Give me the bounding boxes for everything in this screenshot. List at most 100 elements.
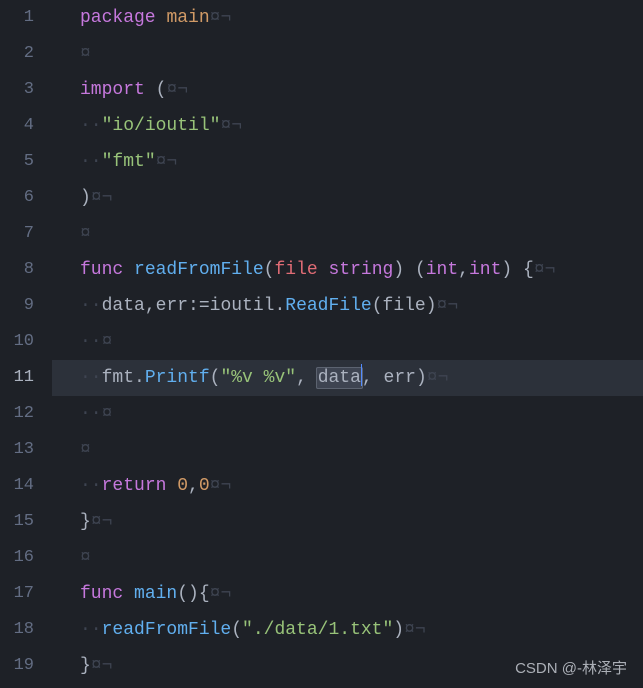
code-token: int <box>426 260 458 280</box>
code-token: } <box>80 656 91 676</box>
code-token: ¤¬ <box>404 620 426 640</box>
code-token: main <box>134 584 177 604</box>
code-token: := <box>188 296 210 316</box>
code-token: , <box>188 476 199 496</box>
code-token: ( <box>210 368 221 388</box>
code-token: readFromFile <box>134 260 264 280</box>
code-token: file <box>274 260 317 280</box>
code-token: ) <box>416 368 427 388</box>
code-token: err <box>384 368 416 388</box>
line-number: 17 <box>0 576 52 612</box>
code-token: ·· <box>80 116 102 136</box>
line-number: 5 <box>0 144 52 180</box>
code-line[interactable]: ¤ <box>80 216 643 252</box>
code-token: func <box>80 584 123 604</box>
code-token: { <box>523 260 534 280</box>
code-token: ¤¬ <box>91 512 113 532</box>
code-token: ¤ <box>80 548 91 568</box>
code-token: ) <box>393 260 404 280</box>
code-token: func <box>80 260 123 280</box>
code-line[interactable]: func readFromFile(file string) (int,int)… <box>80 252 643 288</box>
line-number: 13 <box>0 432 52 468</box>
line-number: 18 <box>0 612 52 648</box>
csdn-watermark: CSDN @-林泽宇 <box>515 657 627 678</box>
code-line[interactable]: ··return 0,0¤¬ <box>80 468 643 504</box>
code-line[interactable]: ¤ <box>80 540 643 576</box>
line-number: 12 <box>0 396 52 432</box>
code-token: int <box>469 260 501 280</box>
line-number: 7 <box>0 216 52 252</box>
line-number: 15 <box>0 504 52 540</box>
code-token: . <box>274 296 285 316</box>
line-number-gutter: 12345678910111213141516171819 <box>0 0 52 688</box>
line-number: 9 <box>0 288 52 324</box>
code-token: (){ <box>177 584 209 604</box>
line-number: 10 <box>0 324 52 360</box>
line-number: 4 <box>0 108 52 144</box>
code-token: 0 <box>177 476 188 496</box>
code-token: ··¤ <box>80 332 112 352</box>
code-token: ¤ <box>80 44 91 64</box>
code-line[interactable]: func main(){¤¬ <box>80 576 643 612</box>
line-number: 3 <box>0 72 52 108</box>
code-line[interactable]: import (¤¬ <box>80 72 643 108</box>
code-token: ( <box>231 620 242 640</box>
code-token: import <box>80 80 145 100</box>
code-token: ¤¬ <box>210 476 232 496</box>
line-number: 2 <box>0 36 52 72</box>
code-token: ¤¬ <box>427 368 449 388</box>
code-token: } <box>80 512 91 532</box>
code-token: ( <box>264 260 275 280</box>
code-token: ) <box>501 260 512 280</box>
code-line[interactable]: ··fmt.Printf("%v %v", data, err)¤¬ <box>52 360 643 396</box>
code-line[interactable]: ··"io/ioutil"¤¬ <box>80 108 643 144</box>
code-token: return <box>102 476 167 496</box>
code-token: , <box>145 296 156 316</box>
code-token: ¤ <box>80 224 91 244</box>
code-line[interactable]: ··readFromFile("./data/1.txt")¤¬ <box>80 612 643 648</box>
code-token: ··¤ <box>80 404 112 424</box>
code-line[interactable]: )¤¬ <box>80 180 643 216</box>
code-line[interactable]: package main¤¬ <box>80 0 643 36</box>
code-token: ¤¬ <box>210 8 232 28</box>
code-line[interactable]: ··¤ <box>80 396 643 432</box>
code-token: readFromFile <box>102 620 232 640</box>
code-token: package <box>80 8 156 28</box>
code-token: data <box>102 296 145 316</box>
code-token: ) <box>80 188 91 208</box>
code-token: "%v %v" <box>220 368 296 388</box>
code-line[interactable]: ··data,err:=ioutil.ReadFile(file)¤¬ <box>80 288 643 324</box>
code-token: , <box>362 368 373 388</box>
code-token: 0 <box>199 476 210 496</box>
code-token: ·· <box>80 152 102 172</box>
code-token: ¤¬ <box>210 584 232 604</box>
code-line[interactable]: ¤ <box>80 36 643 72</box>
code-token: "./data/1.txt" <box>242 620 393 640</box>
code-line[interactable]: ¤ <box>80 432 643 468</box>
code-token: ReadFile <box>285 296 371 316</box>
text-cursor <box>361 364 362 386</box>
code-line[interactable]: }¤¬ <box>80 504 643 540</box>
line-number: 1 <box>0 0 52 36</box>
code-token: string <box>329 260 394 280</box>
code-token: ·· <box>80 368 102 388</box>
code-token: ) <box>393 620 404 640</box>
code-token: ( <box>372 296 383 316</box>
line-number: 16 <box>0 540 52 576</box>
code-line[interactable]: ··"fmt"¤¬ <box>80 144 643 180</box>
line-number: 11 <box>0 360 52 396</box>
code-token: ¤¬ <box>156 152 178 172</box>
code-area[interactable]: package main¤¬¤import (¤¬··"io/ioutil"¤¬… <box>52 0 643 688</box>
code-token: file <box>383 296 426 316</box>
code-token: ( <box>415 260 426 280</box>
code-token: ioutil <box>210 296 275 316</box>
code-editor[interactable]: 12345678910111213141516171819 package ma… <box>0 0 643 688</box>
line-number: 14 <box>0 468 52 504</box>
code-token: ·· <box>80 296 102 316</box>
code-token: main <box>166 8 209 28</box>
code-line[interactable]: ··¤ <box>80 324 643 360</box>
line-number: 8 <box>0 252 52 288</box>
code-token: ¤¬ <box>91 188 113 208</box>
code-token: err <box>156 296 188 316</box>
code-token: ¤¬ <box>534 260 556 280</box>
